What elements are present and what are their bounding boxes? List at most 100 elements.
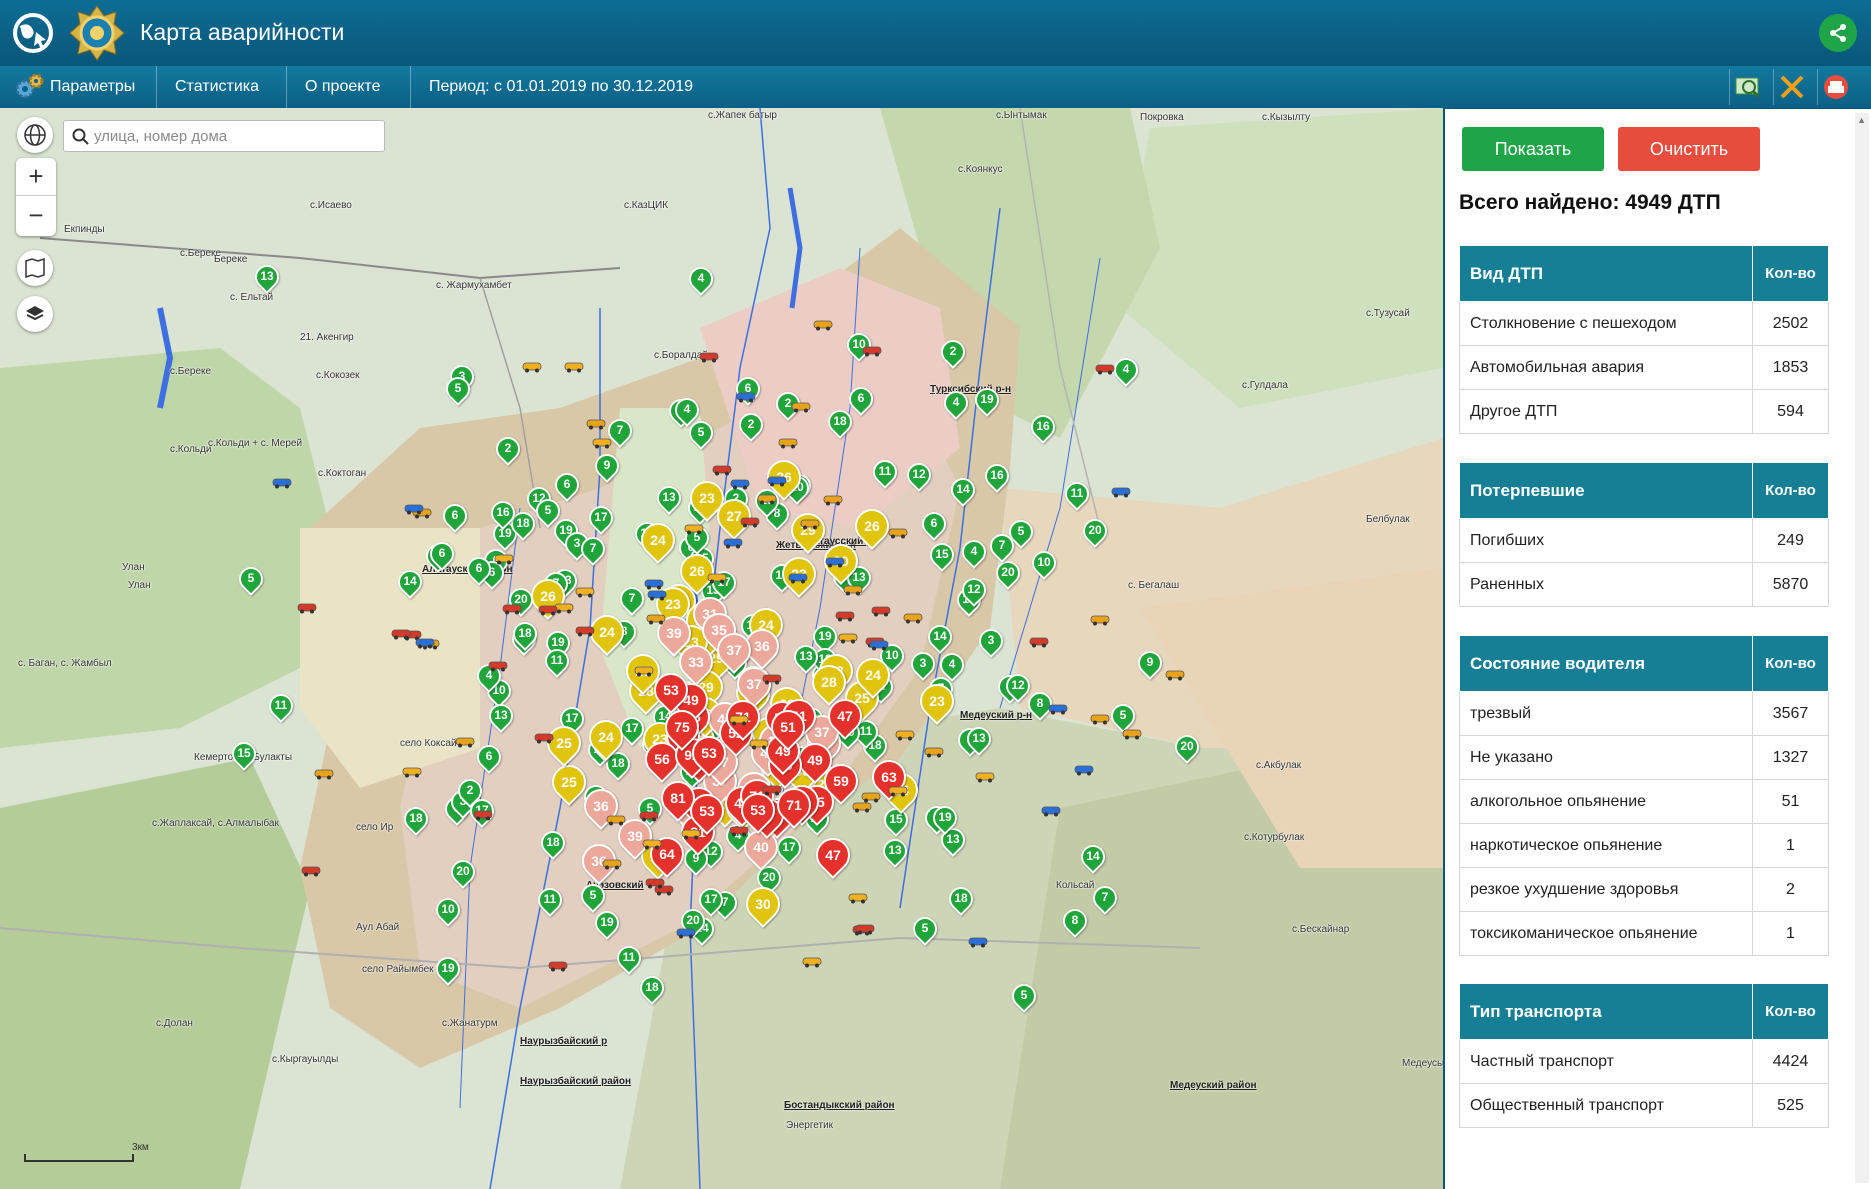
crash-car-icon[interactable] [1110,484,1132,498]
accident-cluster-marker[interactable]: 24 [582,607,632,661]
accident-cluster-marker[interactable]: 37 [709,625,759,679]
crash-car-icon[interactable] [834,608,856,622]
crash-car-icon[interactable] [923,744,945,758]
map-view-button[interactable] [17,250,53,286]
crash-car-icon[interactable] [974,769,996,783]
accident-cluster-marker[interactable]: 8 [1058,904,1092,941]
crash-car-icon[interactable] [868,637,890,651]
search-input[interactable] [94,124,379,148]
accident-cluster-marker[interactable]: 5 [531,494,565,531]
accident-cluster-marker[interactable]: 11 [1060,477,1094,514]
accident-cluster-marker[interactable]: 47 [808,830,858,884]
crash-car-icon[interactable] [894,727,916,741]
accident-cluster-marker[interactable]: 51 [763,702,813,756]
crash-car-icon[interactable] [847,890,869,904]
accident-cluster-marker[interactable]: 15 [925,538,959,575]
crash-car-icon[interactable] [887,783,909,797]
accident-cluster-marker[interactable]: 4 [684,262,718,299]
accident-cluster-marker[interactable]: 18 [944,882,978,919]
accident-cluster-marker[interactable]: 14 [946,473,980,510]
globe-button[interactable] [17,117,53,153]
crash-car-icon[interactable] [837,630,859,644]
accident-cluster-marker[interactable]: 6 [472,740,506,777]
accident-cluster-marker[interactable]: 24 [633,515,683,569]
crash-car-icon[interactable] [683,521,705,535]
search-box[interactable] [63,120,385,152]
accident-cluster-marker[interactable]: 2 [936,335,970,372]
map-view[interactable]: + − с.Жапек батыр с.Ынтымак Покровка с.К… [0,108,1443,1189]
accident-cluster-marker[interactable]: 13 [962,722,996,759]
accident-cluster-marker[interactable]: 24 [581,712,631,766]
crash-car-icon[interactable] [1164,667,1186,681]
zoom-out-button[interactable]: − [16,197,56,235]
accident-cluster-marker[interactable]: 9 [590,449,624,486]
crash-car-icon[interactable] [854,921,876,935]
crash-car-icon[interactable] [487,658,509,672]
accident-cluster-marker[interactable]: 11 [264,689,298,726]
crash-car-icon[interactable] [1040,803,1062,817]
menu-item-params[interactable]: Параметры [0,66,157,108]
accident-cluster-marker[interactable]: 12 [957,573,991,610]
crash-car-icon[interactable] [761,782,783,796]
accident-cluster-marker[interactable]: 10 [1027,546,1061,583]
crash-car-icon[interactable] [537,602,559,616]
accident-cluster-marker[interactable]: 2 [491,432,525,469]
accident-cluster-marker[interactable]: 18 [823,405,857,442]
accident-cluster-marker[interactable]: 75 [657,702,707,756]
layers-button[interactable] [17,296,53,332]
accident-cluster-marker[interactable]: 18 [508,617,542,654]
accident-cluster-marker[interactable]: 23 [912,676,962,730]
crash-car-icon[interactable] [641,836,663,850]
crash-car-icon[interactable] [698,349,720,363]
crash-car-icon[interactable] [390,626,412,640]
crash-car-icon[interactable] [271,475,293,489]
accident-cluster-marker[interactable]: 11 [868,455,902,492]
crash-car-icon[interactable] [756,491,778,505]
crash-car-icon[interactable] [591,435,613,449]
zoom-in-button[interactable]: + [16,158,56,196]
crash-car-icon[interactable] [842,582,864,596]
crash-car-icon[interactable] [761,671,783,685]
crash-car-icon[interactable] [777,435,799,449]
accident-cluster-marker[interactable]: 14 [393,565,427,602]
accident-cluster-marker[interactable]: 18 [399,802,433,839]
accident-cluster-marker[interactable]: 12 [902,458,936,495]
accident-cluster-marker[interactable]: 16 [486,496,520,533]
crash-car-icon[interactable] [822,492,844,506]
accident-cluster-marker[interactable]: 16 [1026,410,1060,447]
crash-car-icon[interactable] [547,958,569,972]
accident-cluster-marker[interactable]: 5 [234,562,268,599]
accident-cluster-marker[interactable]: 10 [431,893,465,930]
tools-button[interactable] [1773,69,1809,105]
accident-cluster-marker[interactable]: 11 [612,941,646,978]
crash-car-icon[interactable] [739,514,761,528]
accident-cluster-marker[interactable]: 13 [878,834,912,871]
crash-car-icon[interactable] [1028,634,1050,648]
accident-cluster-marker[interactable]: 16 [980,459,1014,496]
crash-car-icon[interactable] [401,764,423,778]
crash-car-icon[interactable] [728,823,750,837]
period-label[interactable]: Период: с 01.01.2019 по 30.12.2019 [411,66,711,108]
crash-car-icon[interactable] [870,603,892,617]
accident-cluster-marker[interactable]: 7 [1088,881,1122,918]
globe-logo-icon[interactable] [10,10,56,56]
menu-item-about[interactable]: О проекте [287,66,411,108]
crash-car-icon[interactable] [902,610,924,624]
accident-cluster-marker[interactable]: 4 [957,535,991,572]
accident-cluster-marker[interactable]: 26 [847,501,897,555]
accident-cluster-marker[interactable]: 6 [844,382,878,419]
crash-car-icon[interactable] [735,389,757,403]
crash-car-icon[interactable] [711,462,733,476]
crash-car-icon[interactable] [967,934,989,948]
crash-car-icon[interactable] [675,925,697,939]
crash-car-icon[interactable] [812,317,834,331]
crash-car-icon[interactable] [296,600,318,614]
crash-car-icon[interactable] [601,856,623,870]
crash-car-icon[interactable] [1047,701,1069,715]
crash-car-icon[interactable] [728,712,750,726]
accident-cluster-marker[interactable]: 17 [694,883,728,920]
map-search-tool-button[interactable] [1729,69,1765,105]
crash-car-icon[interactable] [1073,762,1095,776]
accident-cluster-marker[interactable]: 13 [652,481,686,518]
crash-car-icon[interactable] [533,730,555,744]
